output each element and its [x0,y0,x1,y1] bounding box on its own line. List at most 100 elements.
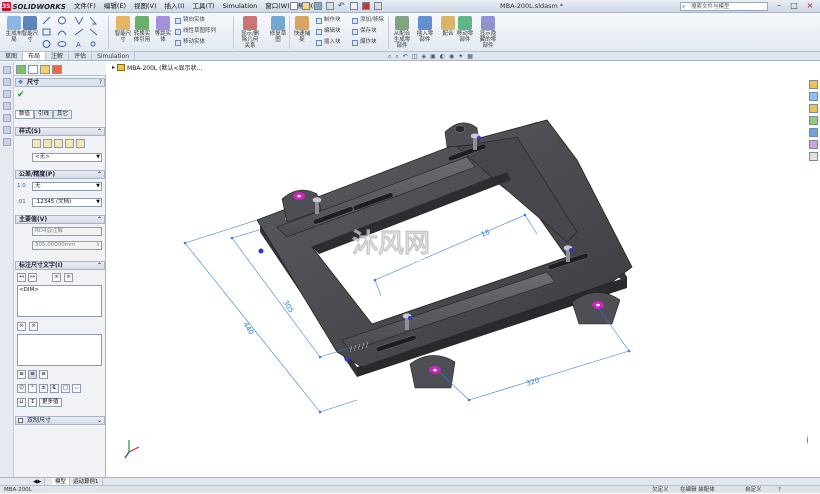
delete-style-icon[interactable] [54,139,63,148]
config-manager-tab-icon[interactable] [40,65,50,74]
minimize-button[interactable]: – [772,1,786,11]
solidworks-forum-icon[interactable] [809,152,818,161]
counterbore-symbol-icon[interactable]: ⊔ [17,398,26,407]
dimension-text-top-area[interactable]: <DIM> [17,285,102,317]
degree-symbol-icon[interactable]: ° [28,384,37,393]
view-settings-icon[interactable]: ▦ [467,53,473,62]
ok-check-icon[interactable]: ✔ [17,90,25,100]
square-symbol-icon[interactable]: □ [61,384,70,393]
menu-item-0[interactable]: 文件(F) [70,1,100,12]
sketch-tools-icons[interactable]: A [42,16,102,49]
menu-item-6[interactable]: 窗口(W) [261,1,294,12]
dimension-320[interactable]: 320 [525,376,540,388]
sketch-icon[interactable] [3,66,11,74]
menu-item-2[interactable]: 视图(V) [130,1,161,12]
ribbon-button-11[interactable]: 移动零部件 [455,16,475,43]
justify-center-icon[interactable]: ≡ [28,370,37,379]
ribbon-small-button-6[interactable]: 添加/移除 [352,17,384,24]
measure-icon[interactable] [3,138,11,146]
rebuild-icon[interactable] [362,2,370,10]
ribbon-button-6[interactable]: 修复草图 [268,16,288,43]
close-button[interactable]: × [803,1,817,11]
tab-other[interactable]: 其它 [53,110,73,119]
assembly-icon[interactable] [3,90,11,98]
plus-minus-symbol-icon[interactable]: ± [39,384,48,393]
file-explorer-icon[interactable] [809,104,818,113]
more-symbols-icon[interactable]: ⌵ [72,384,81,393]
dimension-text-section-header[interactable]: 标注尺寸文字(I) ⌃ [15,261,105,270]
ribbon-button-2[interactable]: 智能尺寸 [113,16,133,43]
view-icon[interactable] [3,102,11,110]
dimxpert-tab-icon[interactable] [52,65,62,74]
frame-body[interactable] [256,119,633,368]
display-style-icon[interactable]: ▣ [430,53,436,62]
edit-appearance-icon[interactable]: ◉ [449,53,454,62]
part-icon[interactable] [3,78,11,86]
ribbon-button-5[interactable]: 显示/删除几何关系 [240,16,260,49]
text-right-icon[interactable]: ↦ [28,273,37,282]
precision-select[interactable]: .12345 (文档) ▼ [32,198,102,207]
view-palette-icon[interactable] [809,116,818,125]
zoom-fit-icon[interactable]: ⌕ [388,53,391,62]
tolerance-section-header[interactable]: 公差/精度(P) ⌃ [15,170,105,179]
maximize-button[interactable]: □ [787,1,801,11]
apply-style-icon[interactable] [32,139,41,148]
open-file-icon[interactable] [302,2,310,10]
ribbon-small-button-7[interactable]: 保存块 [352,28,377,35]
dual-dimension-section-header[interactable]: 双制尺寸 ⌄ [15,416,105,425]
tools-icon[interactable] [3,126,11,134]
diameter-symbol-icon[interactable]: ∅ [17,384,26,393]
search-input[interactable]: ⌕ 搜索文件与模型 [680,2,768,11]
ribbon-small-button-3[interactable]: 制作块 [316,17,341,24]
cmd-tab-0[interactable]: 草图 [0,52,24,60]
help-icon[interactable]: ? [99,79,102,86]
feature-tree-tab-icon[interactable] [16,65,26,74]
style-section-header[interactable]: 样式(S) ⌃ [15,127,105,136]
ribbon-button-1[interactable]: 智能尺寸 [20,16,40,43]
appearances-icon[interactable] [809,128,818,137]
save-icon[interactable] [314,2,322,10]
app-logo[interactable]: 3S SOLIDWORKS [2,1,66,12]
style-select[interactable]: <无> ▼ [32,153,102,162]
section-view-icon[interactable]: ◫ [412,53,418,62]
primary-value-field[interactable]: 305.00000mm ⇕ [32,241,102,250]
design-library-icon[interactable] [809,92,818,101]
undo-icon[interactable]: ↶ [338,1,345,10]
justify-right-icon[interactable]: ≡ [39,370,48,379]
more-button[interactable]: 更多值 [39,398,62,407]
custom-properties-icon[interactable] [809,140,818,149]
ribbon-small-button-2[interactable]: 移动实体 [175,39,205,46]
new-file-icon[interactable] [290,2,298,10]
hide-show-icon[interactable]: ◐ [440,53,445,62]
zoom-area-icon[interactable]: ⌕ [395,53,398,62]
menu-item-3[interactable]: 插入(I) [161,1,189,12]
dimension-440[interactable]: 440 [241,321,255,337]
depth-symbol-icon[interactable]: ↧ [28,398,37,407]
ribbon-small-button-5[interactable]: 插入块 [316,39,341,46]
graphics-area[interactable]: 440 305 320 18 沐风网 www.mfcad.com [107,62,808,477]
dimension-text-bottom-area[interactable] [17,334,102,366]
menu-item-5[interactable]: Simulation [219,1,262,12]
ribbon-button-12[interactable]: 显示隐藏的零部件 [478,16,498,49]
previous-view-icon[interactable]: ↶ [403,53,408,62]
menu-item-1[interactable]: 编辑(E) [100,1,130,12]
cmd-tab-4[interactable]: Simulation [92,52,136,60]
expand-icon[interactable]: ▸ [112,64,115,71]
tolerance-type-select[interactable]: 无 ▼ [32,182,102,191]
add-style-icon[interactable] [43,139,52,148]
display-icon[interactable] [3,114,11,122]
ribbon-button-4[interactable]: 等距实体 [153,16,173,43]
tab-leader[interactable]: 引线 [34,110,54,119]
ribbon-small-button-4[interactable]: 编辑块 [316,28,341,35]
add-xx-top-alt-icon[interactable]: ∞ [64,273,73,282]
cmd-tab-3[interactable]: 评估 [69,52,93,60]
ribbon-button-8[interactable]: 从配合生成零部件 [392,16,412,49]
options-icon[interactable] [374,2,382,10]
dimension-18[interactable]: 18 [480,228,491,239]
primary-value-section-header[interactable]: 主要值(V) ⌃ [15,215,105,224]
resources-icon[interactable] [809,80,818,89]
property-manager-tab-icon[interactable] [28,65,38,74]
dual-dimension-checkbox[interactable] [18,418,23,423]
save-style-icon[interactable] [65,139,74,148]
ribbon-button-7[interactable]: 快速捕捉 [292,16,312,43]
